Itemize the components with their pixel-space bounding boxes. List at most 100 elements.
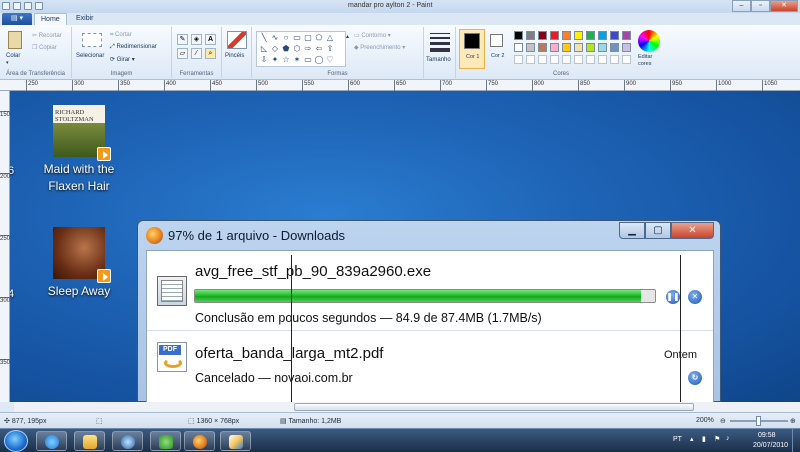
paste-button[interactable]: Colar <box>6 53 20 59</box>
save-icon[interactable] <box>13 2 21 10</box>
magnifier-icon[interactable]: ⌕ <box>205 48 216 59</box>
download-item[interactable]: PDF oferta_banda_larga_mt2.pdf Ontem Can… <box>147 332 713 392</box>
empty-color-swatch[interactable] <box>610 55 619 64</box>
downloads-minimize-button[interactable]: ▁ <box>619 222 645 239</box>
scrollbar-thumb[interactable] <box>294 403 694 411</box>
paint-app-icon[interactable] <box>2 2 10 10</box>
color-swatch[interactable] <box>526 31 535 40</box>
download-item[interactable]: avg_free_stf_pb_90_839a2960.exe ❚❚ ✕ Con… <box>147 251 713 331</box>
color-swatch[interactable] <box>622 31 631 40</box>
brushes-button[interactable]: Pincéis <box>225 53 244 59</box>
pencil-icon[interactable]: ✎ <box>177 34 188 45</box>
heart-shape-icon[interactable]: ♡ <box>325 55 335 65</box>
select-icon[interactable] <box>82 33 102 47</box>
show-desktop-button[interactable] <box>792 429 800 452</box>
color-swatch[interactable] <box>562 43 571 52</box>
hexagon-shape-icon[interactable]: ⬡ <box>292 44 302 54</box>
up-arrow-shape-icon[interactable]: ⇧ <box>325 44 335 54</box>
zoom-slider[interactable] <box>730 416 788 426</box>
horizontal-scrollbar[interactable] <box>14 402 800 412</box>
triangle-shape-icon[interactable]: △ <box>325 33 335 43</box>
empty-color-swatch[interactable] <box>514 55 523 64</box>
empty-color-swatch[interactable] <box>586 55 595 64</box>
cut-button[interactable]: ✂ Recortar <box>32 32 62 39</box>
empty-color-swatch[interactable] <box>550 55 559 64</box>
down-arrow-shape-icon[interactable]: ⇩ <box>259 55 269 65</box>
callout-oval-shape-icon[interactable]: ◯ <box>314 55 324 65</box>
left-arrow-shape-icon[interactable]: ⇦ <box>314 44 324 54</box>
tab-home[interactable]: Home <box>34 13 67 25</box>
outline-dropdown[interactable]: ▭ Contorno ▾ <box>354 32 391 39</box>
pentagon-shape-icon[interactable]: ⬟ <box>281 44 291 54</box>
color-swatch[interactable] <box>550 43 559 52</box>
color2-selector[interactable]: Cor 2 <box>487 29 509 69</box>
empty-color-swatch[interactable] <box>598 55 607 64</box>
empty-color-swatch[interactable] <box>538 55 547 64</box>
crop-button[interactable]: ⌗ Cortar <box>110 32 132 39</box>
fill-dropdown[interactable]: ◆ Preenchimento ▾ <box>354 44 405 51</box>
language-indicator[interactable]: PT <box>673 436 682 443</box>
minimize-button[interactable]: – <box>732 0 751 12</box>
cancel-icon[interactable]: ✕ <box>688 290 702 304</box>
oval-shape-icon[interactable]: ○ <box>281 33 291 43</box>
empty-color-swatch[interactable] <box>562 55 571 64</box>
resize-button[interactable]: ⤢ Redimensionar <box>110 44 157 51</box>
taskbar-firefox[interactable] <box>184 431 215 451</box>
edit-colors-icon[interactable] <box>638 30 660 52</box>
desktop-icon-sleep-away[interactable]: Sleep Away <box>19 227 139 300</box>
color-swatch[interactable] <box>610 43 619 52</box>
diamond-shape-icon[interactable]: ◇ <box>270 44 280 54</box>
empty-color-swatch[interactable] <box>526 55 535 64</box>
color-swatch[interactable] <box>574 31 583 40</box>
color-swatch[interactable] <box>610 31 619 40</box>
right-triangle-shape-icon[interactable]: ◺ <box>259 44 269 54</box>
eraser-icon[interactable]: ▱ <box>177 48 188 59</box>
color-swatch[interactable] <box>538 43 547 52</box>
maximize-button[interactable]: ▫ <box>751 0 770 12</box>
zoom-slider-knob[interactable] <box>756 416 761 426</box>
paint-menu-button[interactable]: ▤ ▾ <box>2 13 32 25</box>
color-swatch[interactable] <box>550 31 559 40</box>
tray-arrow-icon[interactable]: ▴ <box>690 435 694 443</box>
empty-color-swatch[interactable] <box>622 55 631 64</box>
taskbar-explorer[interactable] <box>74 431 105 451</box>
star5-shape-icon[interactable]: ☆ <box>281 55 291 65</box>
polygon-shape-icon[interactable]: ⬠ <box>314 33 324 43</box>
size-button[interactable]: Tamanho <box>426 57 451 63</box>
star6-shape-icon[interactable]: ✶ <box>292 55 302 65</box>
color-swatch[interactable] <box>526 43 535 52</box>
clock-time[interactable]: 09:58 <box>758 432 776 439</box>
callout-rect-shape-icon[interactable]: ▭ <box>303 55 313 65</box>
edit-colors-button[interactable]: Editar cores <box>638 54 662 68</box>
star4-shape-icon[interactable]: ✦ <box>270 55 280 65</box>
action-center-icon[interactable]: ⚑ <box>714 435 720 443</box>
pause-icon[interactable]: ❚❚ <box>666 290 680 304</box>
line-shape-icon[interactable]: ╲ <box>259 33 269 43</box>
text-tool-icon[interactable]: A <box>205 34 216 45</box>
color-swatch[interactable] <box>598 43 607 52</box>
desktop-icon-maid-with-the-flaxen-hair[interactable]: RICHARD STOLTZMAN Maid with the Flaxen H… <box>19 105 139 195</box>
color-picker-icon[interactable]: ⁄ <box>191 48 202 59</box>
clock-date[interactable]: 20/07/2010 <box>753 442 788 449</box>
downloads-close-button[interactable]: ✕ <box>671 222 714 239</box>
downloads-maximize-button[interactable]: ▢ <box>645 222 671 239</box>
taskbar-messenger[interactable] <box>150 431 181 451</box>
rounded-rect-shape-icon[interactable]: ▢ <box>303 33 313 43</box>
network-icon[interactable]: ▮ <box>702 435 706 443</box>
fill-bucket-icon[interactable]: ◈ <box>191 34 202 45</box>
rotate-button[interactable]: ⟳ Girar ▾ <box>110 56 135 63</box>
copy-button[interactable]: ❐ Copiar <box>32 44 57 51</box>
empty-color-swatch[interactable] <box>574 55 583 64</box>
tab-view[interactable]: Exibir <box>70 13 100 25</box>
rectangle-shape-icon[interactable]: ▭ <box>292 33 302 43</box>
select-button[interactable]: Selecionar <box>76 53 104 59</box>
curve-shape-icon[interactable]: ∿ <box>270 33 280 43</box>
retry-icon[interactable]: ↻ <box>688 371 702 385</box>
size-lines-icon[interactable] <box>430 33 450 52</box>
taskbar-app[interactable] <box>112 431 143 451</box>
color-swatch[interactable] <box>598 31 607 40</box>
brush-icon[interactable] <box>227 31 247 49</box>
color-swatch[interactable] <box>622 43 631 52</box>
downloads-window[interactable]: 97% de 1 arquivo - Downloads ▁ ▢ ✕ avg_f… <box>137 220 721 403</box>
paste-icon[interactable] <box>8 31 22 49</box>
